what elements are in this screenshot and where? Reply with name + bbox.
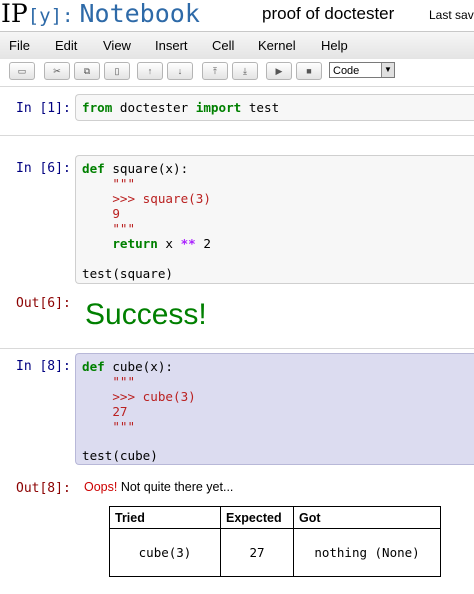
result-table: Tried Expected Got cube(3) 27 nothing (N… xyxy=(109,506,441,577)
paste-button[interactable]: ▯ xyxy=(104,62,130,80)
run-icon: ▶ xyxy=(275,66,283,76)
stop-icon: ■ xyxy=(306,66,312,76)
code-line: >>> cube(3) xyxy=(82,389,196,404)
insert-above-button[interactable]: ⤒ xyxy=(202,62,228,80)
save-status: Last save xyxy=(429,8,474,22)
copy-button[interactable]: ⧉ xyxy=(74,62,100,80)
cell-1-input[interactable]: from doctester import test xyxy=(75,94,474,121)
cell-2-in-prompt: In [6]: xyxy=(16,161,71,176)
toolbar: ▭ ✂ ⧉ ▯ ↑ ↓ ⤒ ⤓ ▶ ■ Code ▼ xyxy=(0,59,474,83)
cut-button[interactable]: ✂ xyxy=(44,62,70,80)
table-cell: cube(3) xyxy=(109,528,221,577)
table-row: cube(3) 27 nothing (None) xyxy=(109,528,441,577)
cell-3-input[interactable]: def cube(x): """ >>> cube(3) 27 """ test… xyxy=(75,353,474,465)
chevron-down-icon: ▼ xyxy=(381,63,394,77)
logo-notebook: Notebook xyxy=(79,0,200,28)
code-line: test(square) xyxy=(82,266,173,281)
ipython-logo[interactable]: IP[y]: Notebook xyxy=(1,0,200,30)
code-line: 27 xyxy=(82,404,128,419)
menu-edit[interactable]: Edit xyxy=(55,38,77,53)
cell-3-in-prompt: In [8]: xyxy=(16,359,71,374)
code-line: """ xyxy=(82,419,136,434)
toolbar-divider xyxy=(0,86,474,87)
table-cell: 27 xyxy=(220,528,294,577)
insert-below-button[interactable]: ⤓ xyxy=(232,62,258,80)
table-header: Expected xyxy=(220,506,294,529)
cell-1-code: from doctester import test xyxy=(82,100,280,115)
notebook-name[interactable]: proof of doctester xyxy=(262,4,394,24)
code-line: test(cube) xyxy=(82,448,158,463)
stop-button[interactable]: ■ xyxy=(296,62,322,80)
cell-3-out-prompt: Out[8]: xyxy=(16,481,71,496)
code-line: """ xyxy=(82,176,136,191)
cell-separator xyxy=(0,135,474,136)
code-line: """ xyxy=(82,374,136,389)
menu-kernel[interactable]: Kernel xyxy=(258,38,296,53)
menu-file[interactable]: File xyxy=(9,38,30,53)
cell-1-in-prompt: In [1]: xyxy=(16,101,71,116)
move-down-icon: ↓ xyxy=(177,66,183,76)
cut-icon: ✂ xyxy=(53,66,61,76)
logo-ip: IP xyxy=(1,0,28,28)
code-line: >>> square(3) xyxy=(82,191,211,206)
menu-help[interactable]: Help xyxy=(321,38,348,53)
notebook-header: IP[y]: Notebook proof of doctester Last s… xyxy=(0,0,474,30)
code-line: """ xyxy=(82,221,136,236)
table-cell: nothing (None) xyxy=(293,528,441,577)
oops-rest: Not quite there yet... xyxy=(117,480,234,494)
copy-icon: ⧉ xyxy=(83,66,91,76)
insert-above-icon: ⤒ xyxy=(213,66,217,76)
menubar: File Edit View Insert Cell Kernel Help xyxy=(0,31,474,60)
logo-y: [y]: xyxy=(27,5,74,27)
save-icon: ▭ xyxy=(17,66,27,76)
menu-cell[interactable]: Cell xyxy=(212,38,234,53)
cell-separator xyxy=(0,348,474,349)
insert-below-icon: ⤓ xyxy=(243,66,247,76)
move-down-button[interactable]: ↓ xyxy=(167,62,193,80)
table-header: Tried xyxy=(109,506,221,529)
success-output: Success! xyxy=(85,298,207,331)
cell-2-out-prompt: Out[6]: xyxy=(16,296,71,311)
cell-2-input[interactable]: def square(x): """ >>> square(3) 9 """ r… xyxy=(75,155,474,284)
code-line: def cube(x): xyxy=(82,359,173,374)
save-button[interactable]: ▭ xyxy=(9,62,35,80)
table-header: Got xyxy=(293,506,441,529)
code-line: return x ** 2 xyxy=(112,236,211,251)
oops-label: Oops! xyxy=(84,480,118,494)
table-header-row: Tried Expected Got xyxy=(109,506,441,529)
run-button[interactable]: ▶ xyxy=(266,62,292,80)
cell-type-select[interactable]: Code ▼ xyxy=(329,62,395,78)
menu-view[interactable]: View xyxy=(103,38,131,53)
move-up-button[interactable]: ↑ xyxy=(137,62,163,80)
move-up-icon: ↑ xyxy=(147,66,153,76)
oops-message: Oops! Not quite there yet... xyxy=(84,480,233,494)
code-line: def square(x): xyxy=(82,161,189,176)
paste-icon: ▯ xyxy=(114,66,120,76)
code-line: 9 xyxy=(82,206,120,221)
menu-insert[interactable]: Insert xyxy=(155,38,188,53)
cell-type-value: Code xyxy=(333,65,360,77)
